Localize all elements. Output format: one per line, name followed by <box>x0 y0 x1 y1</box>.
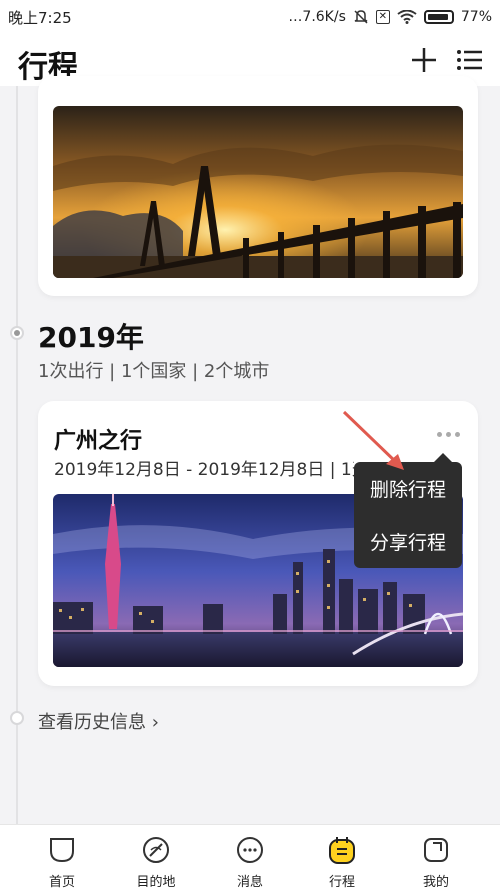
share-trip-menu-item[interactable]: 分享行程 <box>354 515 462 568</box>
battery-level: 77% <box>460 9 492 25</box>
tab-profile[interactable]: 我的 <box>396 825 476 889</box>
tab-home[interactable]: 首页 <box>22 825 102 889</box>
plus-icon <box>412 48 436 72</box>
timeline-dot-history <box>10 711 24 725</box>
tab-profile-label: 我的 <box>422 875 449 889</box>
tab-destination[interactable]: 目的地 <box>116 825 196 889</box>
status-time: 晚上7:25 <box>8 8 72 27</box>
year-stats: 1次出行 | 1个国家 | 2个城市 <box>38 361 270 382</box>
more-dots-icon <box>436 431 442 437</box>
home-icon <box>50 838 74 863</box>
list-icon <box>457 50 482 70</box>
list-view-button[interactable] <box>454 44 486 76</box>
tab-trips[interactable]: 行程 <box>302 825 382 889</box>
trip-card-previous[interactable] <box>38 76 478 296</box>
mute-icon <box>354 10 368 24</box>
tab-messages[interactable]: 消息 <box>210 825 290 889</box>
status-bar: 晚上7:25 …7.6K/s ✕ 77% <box>0 0 500 34</box>
timeline-dot-2019 <box>10 326 24 340</box>
more-options-button[interactable] <box>433 427 463 441</box>
battery-icon <box>423 10 454 24</box>
network-speed: …7.6K/s <box>288 9 346 25</box>
add-trip-button[interactable] <box>408 44 440 76</box>
tab-messages-label: 消息 <box>236 875 263 889</box>
trip-icon <box>329 837 355 864</box>
tab-home-label: 首页 <box>48 875 75 889</box>
trip-dates: 2019年12月8日 - 2019年12月8日 | 1天 <box>54 460 354 480</box>
year-heading: 2019年 <box>38 321 144 354</box>
wifi-icon <box>397 10 417 24</box>
profile-icon <box>424 838 448 862</box>
bottom-tab-bar: 首页 目的地 消息 行程 我的 <box>0 824 500 889</box>
compass-icon <box>143 837 169 863</box>
sim-off-icon: ✕ <box>375 10 390 24</box>
message-icon <box>237 837 263 863</box>
trip-options-menu: 删除行程 分享行程 <box>354 453 462 568</box>
tab-destination-label: 目的地 <box>136 875 176 889</box>
trip-title: 广州之行 <box>54 429 143 454</box>
annotation-arrow-icon <box>342 410 404 470</box>
status-icons: …7.6K/s ✕ 77% <box>288 9 492 25</box>
view-history-link[interactable]: 查看历史信息 › <box>38 708 159 734</box>
trip-photo-bridge <box>53 106 463 278</box>
tab-trips-label: 行程 <box>328 875 355 889</box>
